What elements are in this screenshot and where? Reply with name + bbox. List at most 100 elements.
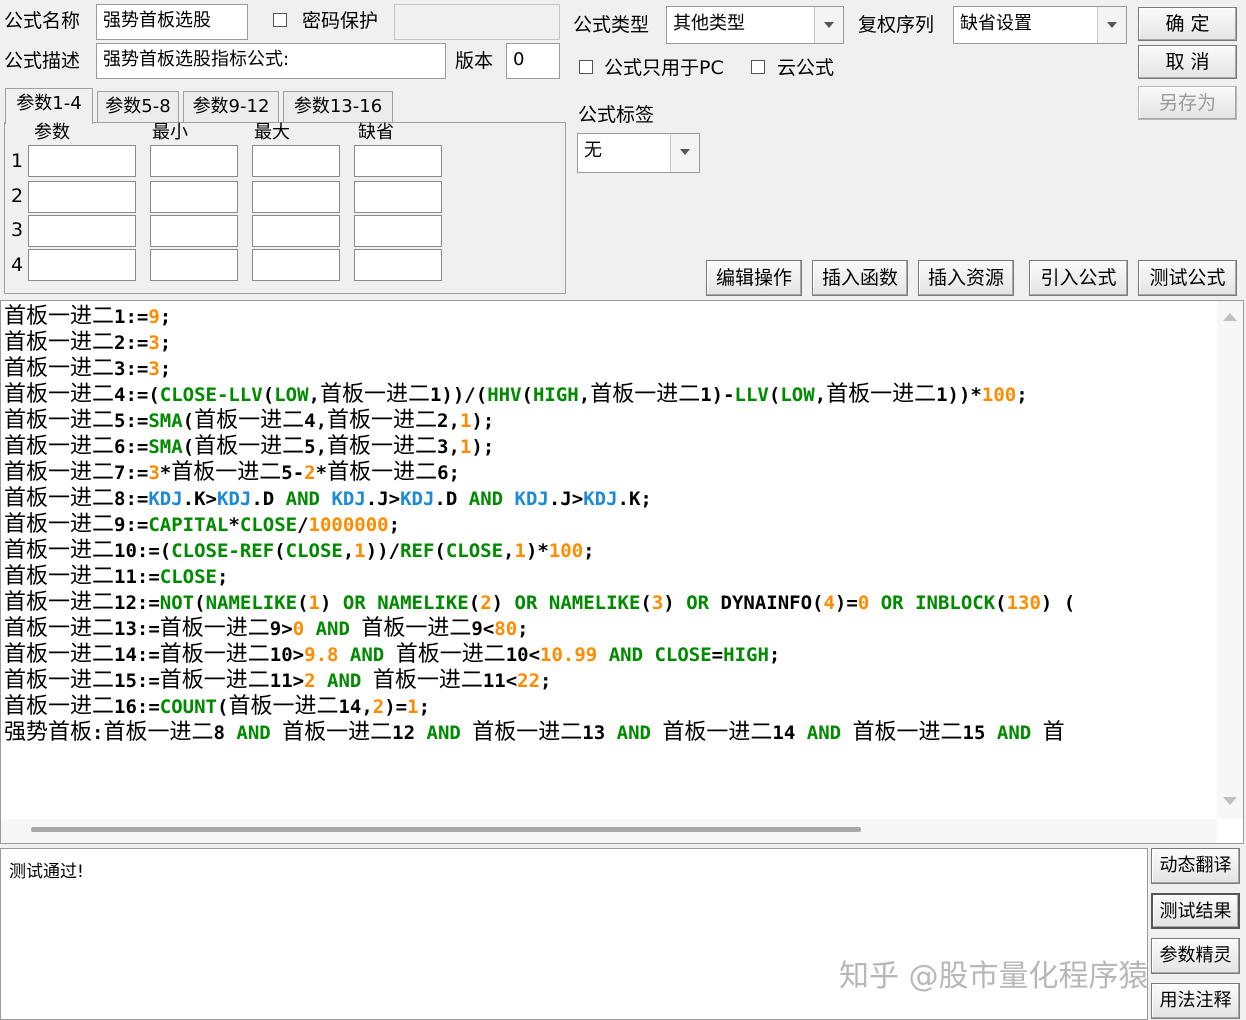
code-token: 首板一进二 <box>372 668 483 693</box>
horizontal-scroll-thumb[interactable] <box>31 827 861 832</box>
code-token: ); <box>471 410 495 432</box>
code-token: ; <box>159 358 172 380</box>
code-token: 首板一进二 <box>4 590 115 615</box>
cloud-checkbox[interactable] <box>751 60 765 74</box>
param-row-label: 4 <box>11 254 24 276</box>
code-token: 首板一进二 <box>4 668 115 693</box>
code-token: ) <box>491 592 515 614</box>
code-token: 首板一进二 <box>194 408 305 433</box>
param-name-input[interactable] <box>28 215 136 247</box>
param-default-input[interactable] <box>354 249 442 281</box>
param-row-label: 3 <box>11 219 24 241</box>
param-max-input[interactable] <box>252 145 340 177</box>
code-line: 首板一进二15:=首板一进二11>2 AND 首板一进二11<22; <box>4 668 1216 694</box>
formula-tag-select[interactable]: 无 <box>577 133 700 173</box>
code-text[interactable]: 首板一进二1:=9; 首板一进二2:=3; 首板一进二3:=3; 首板一进二4:=(C… <box>4 304 1216 760</box>
code-token: 首板一进二 <box>4 304 115 329</box>
param-name-input[interactable] <box>28 181 136 213</box>
code-token: LOW <box>780 384 815 406</box>
tab-params-1-4[interactable]: 参数1-4 <box>5 88 93 124</box>
code-token: 9> <box>269 618 293 640</box>
test-formula-button[interactable]: 测试公式 <box>1138 260 1237 296</box>
scroll-down-icon[interactable] <box>1223 797 1237 805</box>
code-token: 3:= <box>114 358 149 380</box>
param-default-input[interactable] <box>354 215 442 247</box>
insert-resource-button[interactable]: 插入资源 <box>918 260 1014 296</box>
code-token: 15 <box>962 722 997 744</box>
code-token: ) ( <box>1040 592 1076 614</box>
vertical-scrollbar[interactable] <box>1217 301 1243 819</box>
horizontal-scrollbar[interactable] <box>1 819 1217 843</box>
param-min-input[interactable] <box>150 215 238 247</box>
code-token: 3 <box>651 592 664 614</box>
code-token: 12 <box>392 722 427 744</box>
code-token: 首板一进二 <box>4 408 115 433</box>
code-token: 首板一进二 <box>4 434 115 459</box>
param-max-input[interactable] <box>252 181 340 213</box>
test-result-button[interactable]: 测试结果 <box>1151 893 1240 929</box>
code-token: 5, <box>304 436 328 458</box>
code-token: AND <box>315 618 350 640</box>
import-formula-button[interactable]: 引入公式 <box>1029 260 1128 296</box>
code-token: KDJ <box>514 488 549 510</box>
param-name-input[interactable] <box>28 145 136 177</box>
insert-function-button[interactable]: 插入函数 <box>812 260 908 296</box>
edit-ops-button[interactable]: 编辑操作 <box>706 260 802 296</box>
code-token: AND <box>285 488 320 510</box>
param-min-input[interactable] <box>150 249 238 281</box>
code-token: 13:= <box>114 618 160 640</box>
code-token: AND <box>236 722 271 744</box>
dynamic-translate-button[interactable]: 动态翻译 <box>1151 848 1240 884</box>
code-token: 首板一进二 <box>4 564 115 589</box>
tab-params-5-8[interactable]: 参数5-8 <box>97 91 179 122</box>
formula-name-input[interactable]: 强势首板选股 <box>96 4 248 40</box>
param-default-input[interactable] <box>354 181 442 213</box>
scroll-up-icon[interactable] <box>1223 313 1237 321</box>
code-line: 首板一进二2:=3; <box>4 330 1216 356</box>
param-min-input[interactable] <box>150 181 238 213</box>
fuquan-select[interactable]: 缺省设置 <box>953 6 1127 44</box>
param-min-input[interactable] <box>150 145 238 177</box>
chevron-down-icon[interactable] <box>814 7 843 43</box>
password-checkbox[interactable] <box>273 13 287 27</box>
code-token: 首板一进二 <box>327 460 438 485</box>
code-token: / <box>297 514 309 536</box>
code-token: ( <box>434 540 446 562</box>
code-token: 14:= <box>114 644 160 666</box>
code-token: 6:= <box>114 436 149 458</box>
param-max-input[interactable] <box>252 249 340 281</box>
code-token: CLOSE <box>445 540 504 562</box>
ok-button[interactable]: 确 定 <box>1138 7 1237 41</box>
chevron-down-icon[interactable] <box>1097 7 1126 43</box>
chevron-down-icon[interactable] <box>670 134 699 172</box>
param-name-input[interactable] <box>28 249 136 281</box>
formula-type-select[interactable]: 其他类型 <box>666 6 844 44</box>
version-input[interactable]: 0 <box>506 43 560 79</box>
formula-desc-input[interactable]: 强势首板选股指标公式: <box>96 43 446 79</box>
usage-notes-button[interactable]: 用法注释 <box>1151 983 1240 1019</box>
code-token: 6; <box>437 462 460 484</box>
cancel-button[interactable]: 取 消 <box>1138 45 1237 79</box>
code-token: 3 <box>148 358 160 380</box>
save-as-button[interactable]: 另存为 <box>1138 86 1237 120</box>
code-token: KDJ <box>217 488 252 510</box>
code-token: ( <box>182 410 195 432</box>
pc-only-checkbox[interactable] <box>579 60 593 74</box>
code-token: ; <box>418 696 431 718</box>
code-editor[interactable]: 首板一进二1:=9; 首板一进二2:=3; 首板一进二3:=3; 首板一进二4:=(C… <box>0 300 1244 844</box>
code-token: 5- <box>281 462 305 484</box>
param-default-input[interactable] <box>354 145 442 177</box>
code-token: 首板一进二 <box>395 642 506 667</box>
param-wizard-button[interactable]: 参数精灵 <box>1151 938 1240 974</box>
tab-params-9-12[interactable]: 参数9-12 <box>183 91 279 122</box>
code-token: OR <box>342 592 366 614</box>
code-token: 1 <box>308 592 320 614</box>
tab-params-13-16[interactable]: 参数13-16 <box>283 91 393 122</box>
param-max-input[interactable] <box>252 215 340 247</box>
formula-tag-label: 公式标签 <box>578 104 655 126</box>
code-token: 7:= <box>114 462 149 484</box>
password-input[interactable] <box>394 4 560 40</box>
